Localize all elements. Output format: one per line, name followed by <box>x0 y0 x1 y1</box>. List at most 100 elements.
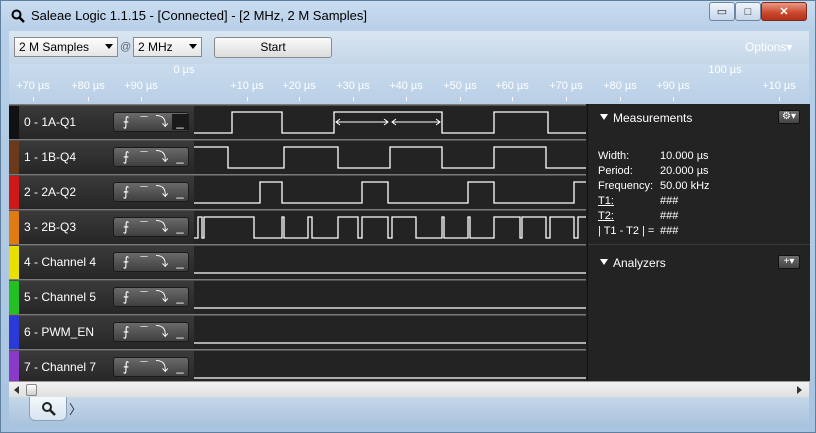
trigger-high-icon[interactable]: ¯ <box>136 149 152 165</box>
channel-label-panel[interactable]: 7 - Channel 7 ⨍ ¯ ⤵ _ <box>9 351 194 384</box>
options-menu[interactable]: Options▾ <box>745 40 792 54</box>
measurements-title: Measurements <box>613 111 693 125</box>
waveform-area[interactable] <box>194 351 586 384</box>
analyzers-title: Analyzers <box>613 256 666 270</box>
trigger-high-icon[interactable]: ¯ <box>136 359 152 375</box>
channel-color-swatch <box>9 106 19 139</box>
trigger-low-icon[interactable]: _ <box>172 184 188 200</box>
add-analyzer-icon[interactable]: +▾ <box>778 255 800 269</box>
t2-label[interactable]: T2: <box>598 210 614 222</box>
channel-name[interactable]: 4 - Channel 4 <box>24 255 96 269</box>
waveform-svg <box>194 181 586 204</box>
gear-icon[interactable]: ⚙▾ <box>778 110 800 124</box>
channel-row: 4 - Channel 4 ⨍ ¯ ⤵ _ <box>9 244 586 279</box>
maximize-button[interactable]: □ <box>735 2 761 21</box>
ruler-tick-label: +30 µs <box>336 80 370 92</box>
waveform-area[interactable] <box>194 106 586 139</box>
channel-name[interactable]: 5 - Channel 5 <box>24 290 96 304</box>
channel-name[interactable]: 3 - 2B-Q3 <box>24 220 76 234</box>
trigger-low-icon[interactable]: _ <box>172 324 188 340</box>
trigger-low-icon[interactable]: _ <box>172 219 188 235</box>
trigger-buttons: ⨍ ¯ ⤵ _ <box>113 357 189 377</box>
scroll-left-icon[interactable] <box>14 386 19 394</box>
ruler-tick-mark <box>406 97 407 101</box>
t1-label[interactable]: T1: <box>598 195 614 207</box>
waveform-area[interactable] <box>194 211 586 244</box>
trigger-falling-icon[interactable]: ⤵ <box>154 219 170 235</box>
ruler-tick-mark <box>620 97 621 101</box>
trigger-low-icon[interactable]: _ <box>172 114 188 130</box>
channel-label-panel[interactable]: 6 - PWM_EN ⨍ ¯ ⤵ _ <box>9 316 194 349</box>
trigger-low-icon[interactable]: _ <box>172 149 188 165</box>
waveform-area[interactable] <box>194 281 586 314</box>
channel-label-panel[interactable]: 4 - Channel 4 ⨍ ¯ ⤵ _ <box>9 246 194 279</box>
trigger-rising-icon[interactable]: ⨍ <box>118 114 134 130</box>
scroll-right-icon[interactable] <box>797 386 802 394</box>
measurements-header[interactable]: Measurements ⚙▾ <box>588 106 810 132</box>
ruler-tick-label: +10 µs <box>230 80 264 92</box>
channel-name[interactable]: 0 - 1A-Q1 <box>24 115 76 129</box>
ruler-tick-label: +60 µs <box>495 80 529 92</box>
trigger-falling-icon[interactable]: ⤵ <box>154 254 170 270</box>
trigger-falling-icon[interactable]: ⤵ <box>154 149 170 165</box>
search-tab[interactable] <box>29 397 67 421</box>
trigger-high-icon[interactable]: ¯ <box>136 289 152 305</box>
channel-label-panel[interactable]: 3 - 2B-Q3 ⨍ ¯ ⤵ _ <box>9 211 194 244</box>
channel-label-panel[interactable]: 1 - 1B-Q4 ⨍ ¯ ⤵ _ <box>9 141 194 174</box>
trigger-falling-icon[interactable]: ⤵ <box>154 289 170 305</box>
trigger-high-icon[interactable]: ¯ <box>136 324 152 340</box>
trigger-rising-icon[interactable]: ⨍ <box>118 289 134 305</box>
trigger-high-icon[interactable]: ¯ <box>136 254 152 270</box>
close-button[interactable]: ✕ <box>761 2 807 21</box>
period-value: 20.000 µs <box>660 165 709 177</box>
trigger-falling-icon[interactable]: ⤵ <box>154 324 170 340</box>
channel-label-panel[interactable]: 0 - 1A-Q1 ⨍ ¯ ⤵ _ <box>9 106 194 139</box>
waveform-area[interactable] <box>194 176 586 209</box>
waveform-area[interactable] <box>194 246 586 279</box>
channel-name[interactable]: 1 - 1B-Q4 <box>24 150 76 164</box>
collapse-triangle-icon <box>600 259 608 265</box>
horizontal-scrollbar[interactable] <box>9 381 809 398</box>
waveform-area[interactable] <box>194 316 586 349</box>
analyzers-header[interactable]: Analyzers +▾ <box>588 251 810 277</box>
minimize-button[interactable]: ▭ <box>709 2 735 21</box>
time-ruler[interactable]: 0 µs 100 µs +70 µs +80 µs +90 µs +10 µs +20 … <box>9 64 809 104</box>
waveform-svg <box>194 377 586 379</box>
trigger-falling-icon[interactable]: ⤵ <box>154 184 170 200</box>
trigger-high-icon[interactable]: ¯ <box>136 114 152 130</box>
ruler-tick-label: +50 µs <box>443 80 477 92</box>
waveform-trace <box>194 216 586 239</box>
trigger-falling-icon[interactable]: ⤵ <box>154 114 170 130</box>
channel-label-panel[interactable]: 5 - Channel 5 ⨍ ¯ ⤵ _ <box>9 281 194 314</box>
channel-row: 6 - PWM_EN ⨍ ¯ ⤵ _ <box>9 314 586 349</box>
trigger-low-icon[interactable]: _ <box>172 254 188 270</box>
trigger-rising-icon[interactable]: ⨍ <box>118 149 134 165</box>
channel-name[interactable]: 2 - 2A-Q2 <box>24 185 76 199</box>
trigger-low-icon[interactable]: _ <box>172 359 188 375</box>
waveform-area[interactable] <box>194 141 586 174</box>
trigger-rising-icon[interactable]: ⨍ <box>118 184 134 200</box>
ruler-tick-label: +10 µs <box>762 80 796 92</box>
ruler-tick-label: +90 µs <box>656 80 690 92</box>
trigger-high-icon[interactable]: ¯ <box>136 219 152 235</box>
start-button[interactable]: Start <box>214 37 332 58</box>
diff-label: | T1 - T2 | = <box>598 225 655 237</box>
channel-label-panel[interactable]: 2 - 2A-Q2 ⨍ ¯ ⤵ _ <box>9 176 194 209</box>
trigger-falling-icon[interactable]: ⤵ <box>154 359 170 375</box>
trigger-rising-icon[interactable]: ⨍ <box>118 254 134 270</box>
next-tab-icon[interactable]: 〉 <box>69 399 82 418</box>
trigger-low-icon[interactable]: _ <box>172 289 188 305</box>
rate-select[interactable]: 2 MHz <box>133 37 202 57</box>
samples-select[interactable]: 2 M Samples <box>14 37 118 57</box>
diff-value: ### <box>660 225 679 237</box>
trigger-rising-icon[interactable]: ⨍ <box>118 359 134 375</box>
trigger-rising-icon[interactable]: ⨍ <box>118 219 134 235</box>
scroll-thumb[interactable] <box>26 384 37 396</box>
ruler-tick-label: +40 µs <box>389 80 423 92</box>
trigger-buttons: ⨍ ¯ ⤵ _ <box>113 252 189 272</box>
trigger-rising-icon[interactable]: ⨍ <box>118 324 134 340</box>
magnifier-app-icon <box>11 9 25 23</box>
channel-name[interactable]: 7 - Channel 7 <box>24 360 96 374</box>
trigger-high-icon[interactable]: ¯ <box>136 184 152 200</box>
channel-name[interactable]: 6 - PWM_EN <box>24 325 94 339</box>
